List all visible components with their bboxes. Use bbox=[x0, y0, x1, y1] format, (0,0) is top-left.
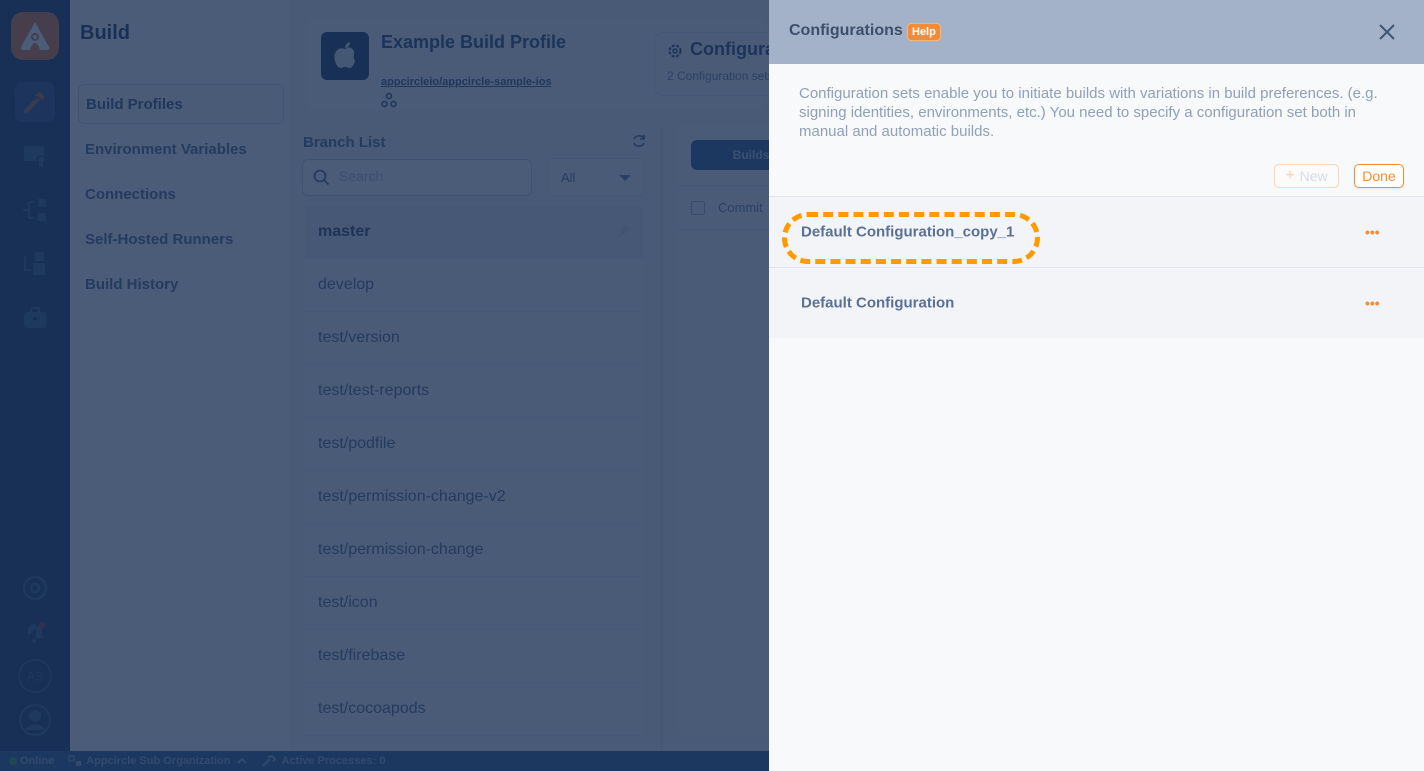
configurations-drawer: Configurations Help Configuration sets e… bbox=[769, 0, 1424, 771]
configuration-list: Default Configuration_copy_1 ••• Default… bbox=[769, 196, 1424, 338]
configuration-item[interactable]: Default Configuration ••• bbox=[769, 268, 1424, 338]
close-button[interactable] bbox=[1375, 20, 1399, 44]
new-label: New bbox=[1299, 168, 1328, 184]
drawer-title: Configurations bbox=[789, 22, 903, 39]
help-badge[interactable]: Help bbox=[907, 23, 941, 41]
more-options-icon[interactable]: ••• bbox=[1365, 224, 1380, 240]
plus-icon: + bbox=[1285, 167, 1295, 184]
close-icon bbox=[1379, 24, 1395, 40]
new-configuration-button[interactable]: + New bbox=[1274, 164, 1339, 188]
drawer-header: Configurations Help bbox=[769, 0, 1424, 64]
done-button[interactable]: Done bbox=[1354, 164, 1404, 188]
configuration-name: Default Configuration_copy_1 bbox=[801, 223, 1015, 241]
more-options-icon[interactable]: ••• bbox=[1365, 295, 1380, 311]
configuration-item[interactable]: Default Configuration_copy_1 ••• bbox=[769, 197, 1424, 268]
configuration-name: Default Configuration bbox=[801, 294, 955, 312]
drawer-description: Configuration sets enable you to initiat… bbox=[799, 85, 1378, 140]
